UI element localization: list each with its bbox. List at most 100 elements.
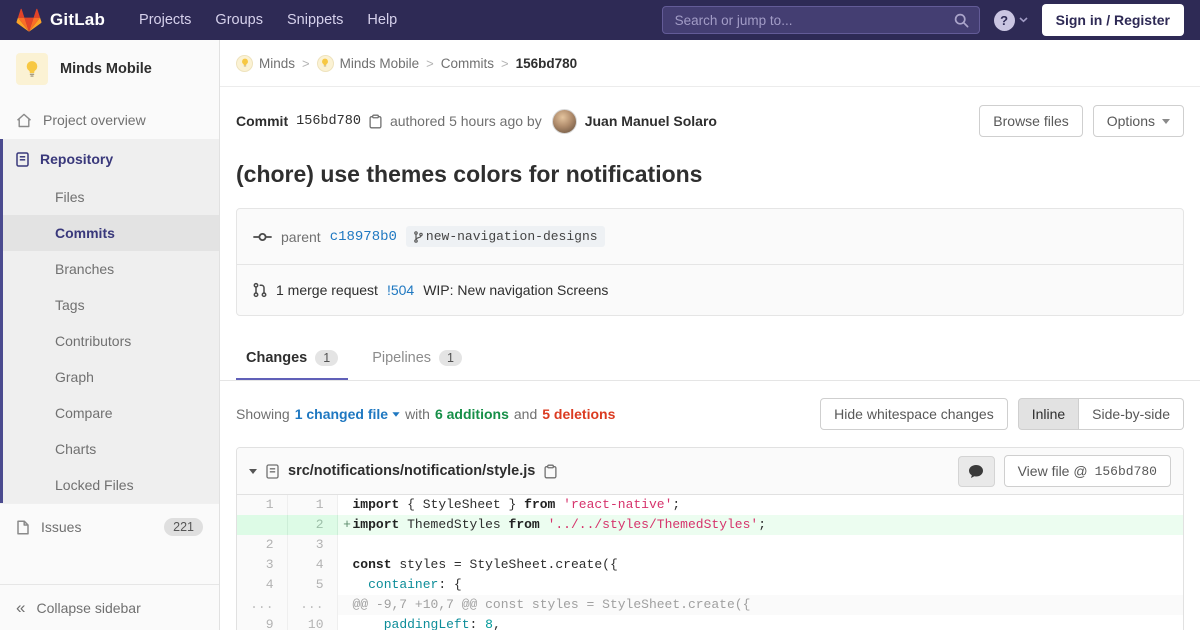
collapse-sidebar-button[interactable]: « Collapse sidebar — [0, 584, 219, 630]
line-number-new[interactable]: 1 — [287, 495, 338, 515]
commit-label: Commit — [236, 113, 289, 129]
breadcrumb-item-minds-mobile[interactable]: Minds Mobile — [316, 54, 419, 72]
line-number-new[interactable]: 4 — [287, 555, 338, 575]
merge-request-row: 1 merge request !504 WIP: New navigation… — [237, 264, 1183, 315]
repository-subitems: Files Commits Branches Tags Contributors Grap… — [3, 179, 219, 503]
line-number-old[interactable]: 1 — [237, 495, 288, 515]
sidebar-item-contributors[interactable]: Contributors — [3, 323, 219, 359]
nav-link-groups[interactable]: Groups — [215, 12, 263, 28]
diff-line: 23 — [237, 535, 1183, 555]
breadcrumb-item-commits[interactable]: Commits — [441, 56, 494, 71]
author-avatar[interactable] — [551, 108, 577, 134]
copy-file-path-icon[interactable] — [544, 464, 557, 479]
sidebar-item-label: Project overview — [43, 112, 146, 128]
hide-whitespace-button[interactable]: Hide whitespace changes — [820, 398, 1008, 430]
showing-label: Showing — [236, 406, 290, 422]
merge-request-icon — [253, 282, 267, 298]
breadcrumb-separator: > — [500, 55, 509, 71]
diff-line: 34 const styles = StyleSheet.create({ — [237, 555, 1183, 575]
parent-commit-row: parent c18978b0 new-navigation-designs — [237, 209, 1183, 264]
side-by-side-view-button[interactable]: Side-by-side — [1079, 398, 1184, 430]
changed-files-dropdown[interactable]: 1 changed file — [295, 406, 400, 422]
collapse-file-caret-icon[interactable] — [249, 468, 257, 474]
line-number-old[interactable]: 2 — [237, 535, 288, 555]
diff-code: paddingLeft: 8, — [383, 617, 501, 630]
file-path[interactable]: src/notifications/notification/style.js — [288, 463, 535, 479]
line-number-new[interactable]: 3 — [287, 535, 338, 555]
browse-files-button[interactable]: Browse files — [979, 105, 1083, 137]
line-number-old[interactable]: 3 — [237, 555, 288, 575]
diff-line: 9 10 paddingLeft: 8, — [237, 615, 1183, 630]
breadcrumb-separator: > — [426, 55, 434, 71]
commit-tabs: Changes 1 Pipelines 1 — [220, 338, 1200, 381]
view-file-button[interactable]: View file @ 156bd780 — [1003, 455, 1171, 487]
caret-down-icon — [1162, 118, 1170, 124]
tab-changes[interactable]: Changes 1 — [236, 338, 349, 380]
comment-icon — [969, 464, 984, 478]
sidebar-item-branches[interactable]: Branches — [3, 251, 219, 287]
nav-link-snippets[interactable]: Snippets — [287, 12, 343, 28]
help-icon: ? — [993, 9, 1015, 31]
sidebar-item-graph[interactable]: Graph — [3, 359, 219, 395]
project-name: Minds Mobile — [60, 61, 152, 77]
nav-link-help[interactable]: Help — [367, 12, 397, 28]
diff-code — [337, 535, 1183, 555]
collapse-sidebar-label: Collapse sidebar — [36, 599, 141, 616]
diff-code: @@ -9,7 +10,7 @@ const styles = StyleShe… — [337, 595, 1183, 615]
parent-sha-link[interactable]: c18978b0 — [330, 229, 397, 245]
branch-icon — [413, 230, 423, 243]
project-sidebar: Minds Mobile Project overview Repository… — [0, 40, 220, 630]
breadcrumb-item-minds[interactable]: Minds — [236, 54, 295, 72]
deletions-count: 5 deletions — [542, 406, 616, 422]
issues-count-badge: 221 — [164, 518, 203, 536]
diff-line: 11 import { StyleSheet } from 'react-nat… — [237, 495, 1183, 515]
line-number-new[interactable]: ... — [287, 595, 338, 615]
diff-line: ...... @@ -9,7 +10,7 @@ const styles = St… — [237, 595, 1183, 615]
search-box[interactable] — [661, 6, 980, 34]
sidebar-item-compare[interactable]: Compare — [3, 395, 219, 431]
toggle-comments-button[interactable] — [957, 455, 995, 487]
author-name[interactable]: Juan Manuel Solaro — [585, 113, 717, 129]
line-number-new[interactable]: 10 — [287, 615, 338, 630]
sidebar-item-tags[interactable]: Tags — [3, 287, 219, 323]
breadcrumb-current-sha: 156bd780 — [515, 55, 578, 71]
sidebar-item-locked-files[interactable]: Locked Files — [3, 467, 219, 503]
diff-code: + import ThemedStyles from '../../styles/… — [337, 515, 1183, 535]
tab-pipelines[interactable]: Pipelines 1 — [362, 338, 472, 380]
line-number-new[interactable]: 5 — [287, 575, 338, 595]
sidebar-item-files[interactable]: Files — [3, 179, 219, 215]
sidebar-item-commits[interactable]: Commits — [3, 215, 219, 251]
options-dropdown-button[interactable]: Options — [1092, 105, 1184, 137]
nav-link-projects[interactable]: Projects — [139, 12, 191, 28]
sidebar-item-charts[interactable]: Charts — [3, 431, 219, 467]
help-menu[interactable]: ? — [993, 9, 1028, 31]
primary-nav: Projects Groups Snippets Help — [115, 11, 397, 29]
gitlab-logo[interactable]: GitLab — [16, 8, 105, 33]
line-number-new[interactable]: 2 — [287, 515, 338, 535]
project-header[interactable]: Minds Mobile — [0, 40, 219, 101]
commit-info-box: parent c18978b0 new-navigation-designs 1… — [236, 208, 1184, 316]
project-avatar-small — [316, 54, 334, 72]
inline-view-button[interactable]: Inline — [1017, 398, 1080, 430]
search-input[interactable] — [672, 11, 954, 29]
branch-badge[interactable]: new-navigation-designs — [405, 226, 605, 247]
breadcrumb-separator: > — [302, 55, 310, 71]
double-chevron-left-icon: « — [16, 598, 26, 617]
mr-id-link[interactable]: !504 — [387, 282, 414, 298]
issues-icon — [16, 519, 30, 535]
copy-sha-icon[interactable] — [369, 114, 382, 129]
pipelines-count-badge: 1 — [439, 350, 462, 366]
line-number-old[interactable]: ... — [237, 595, 288, 615]
sidebar-item-project-overview[interactable]: Project overview — [0, 101, 219, 139]
sidebar-item-label: Issues — [41, 519, 82, 535]
diff-file-card: src/notifications/notification/style.js … — [236, 447, 1184, 630]
sidebar-item-repository[interactable]: Repository — [3, 139, 219, 179]
sign-in-button[interactable]: Sign in / Register — [1041, 4, 1184, 36]
line-number-old[interactable]: 4 — [237, 575, 288, 595]
diff-code: const styles = StyleSheet.create({ — [352, 557, 618, 572]
line-number-old[interactable] — [237, 515, 288, 535]
sidebar-item-issues[interactable]: Issues 221 — [0, 503, 219, 550]
line-number-old[interactable]: 9 — [237, 615, 288, 630]
main-content: Minds > Minds Mobile > Commits > 156bd78… — [220, 0, 1200, 630]
search-icon[interactable] — [954, 13, 969, 28]
